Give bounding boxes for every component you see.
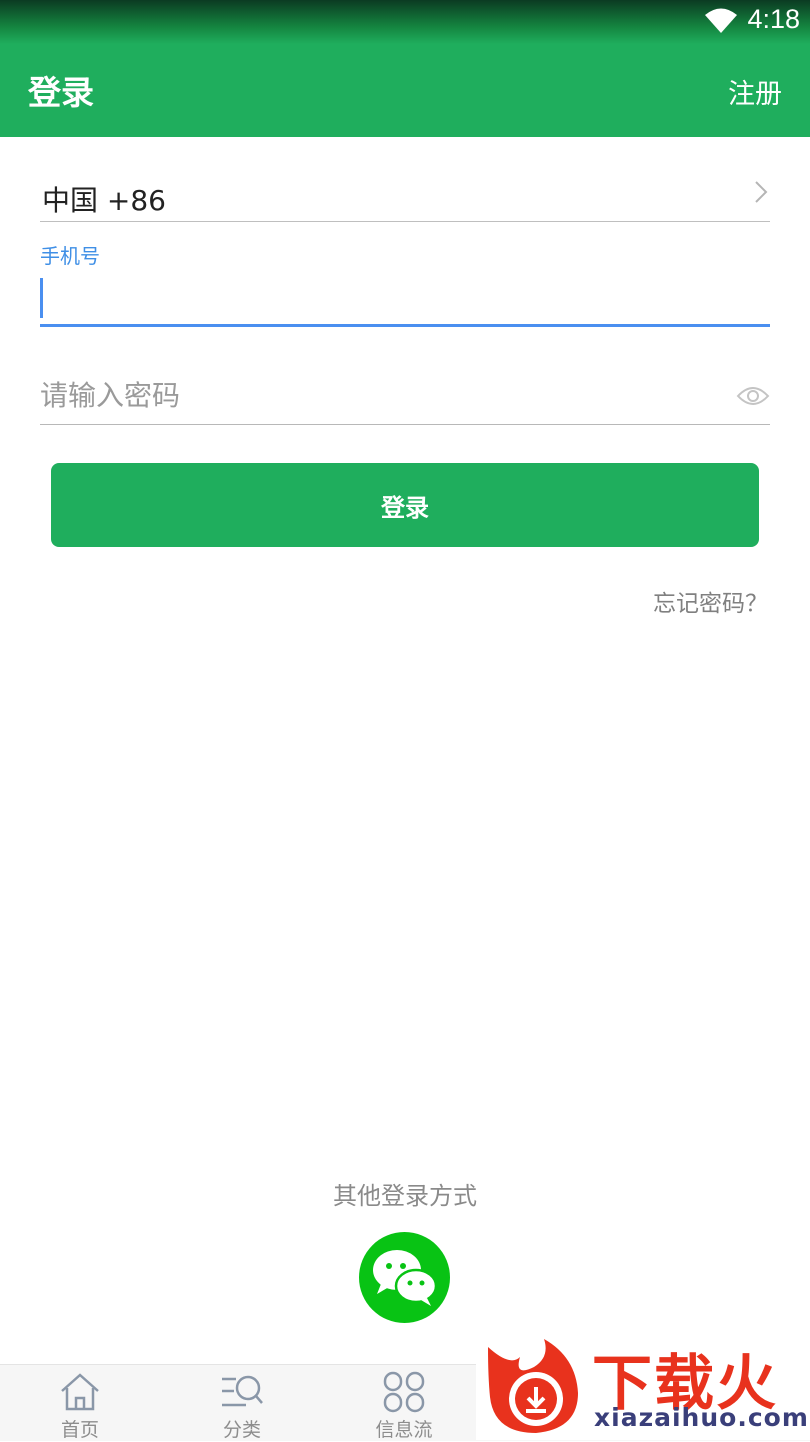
status-bar: 4:18 xyxy=(0,0,810,44)
wifi-icon xyxy=(705,8,737,33)
country-code-selector[interactable]: 中国 +86 xyxy=(40,163,770,222)
forgot-password-link[interactable]: 忘记密码？ xyxy=(653,584,768,618)
wechat-login-button[interactable] xyxy=(359,1232,450,1323)
register-link[interactable]: 注册 xyxy=(728,72,782,111)
status-time: 4:18 xyxy=(747,4,800,34)
tab-category[interactable]: 分类 xyxy=(162,1365,322,1441)
home-icon xyxy=(61,1373,99,1411)
tab-home[interactable]: 首页 xyxy=(0,1365,160,1441)
app-header: 4:18 登录 注册 xyxy=(0,0,810,137)
page-title: 登录 xyxy=(28,73,94,112)
phone-field-label: 手机号 xyxy=(40,244,100,268)
country-code-value: 中国 +86 xyxy=(42,184,166,217)
chevron-right-icon xyxy=(755,181,768,203)
watermark-url: xiazaihuo.com xyxy=(594,1403,809,1432)
tab-category-label: 分类 xyxy=(222,1419,261,1441)
password-field[interactable] xyxy=(40,372,770,425)
other-login-label: 其他登录方式 xyxy=(333,1182,477,1210)
grid-icon xyxy=(383,1371,425,1413)
phone-field[interactable] xyxy=(40,274,770,327)
tab-home-label: 首页 xyxy=(60,1419,99,1441)
tab-feed[interactable]: 信息流 xyxy=(324,1365,484,1441)
password-input[interactable] xyxy=(40,372,720,418)
eye-icon[interactable] xyxy=(736,384,770,408)
category-search-icon xyxy=(222,1375,263,1407)
login-button[interactable]: 登录 xyxy=(51,463,759,547)
wechat-icon xyxy=(373,1250,438,1306)
tab-feed-label: 信息流 xyxy=(375,1419,433,1441)
phone-input[interactable] xyxy=(40,274,770,324)
watermark-logo: 下载火 xiazaihuo.com xyxy=(476,1333,810,1440)
text-cursor xyxy=(40,278,43,318)
flame-download-icon xyxy=(488,1339,578,1433)
